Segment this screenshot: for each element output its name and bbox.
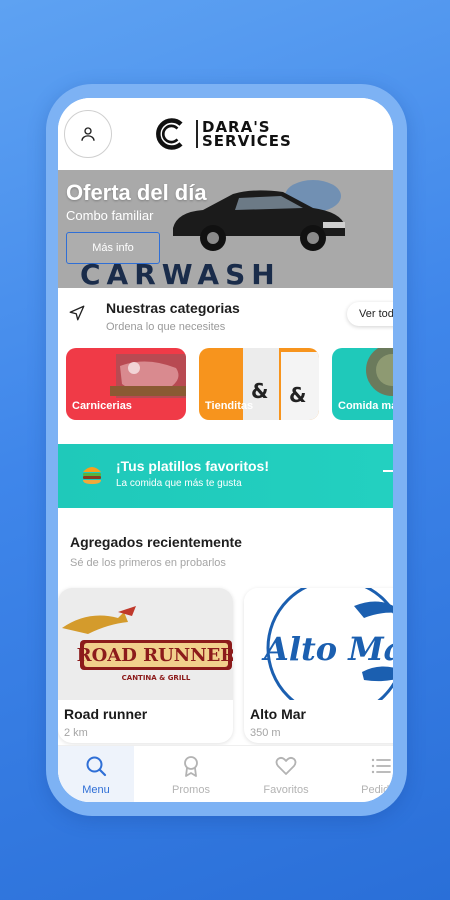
alto-mar-logo-text: Alto Mar xyxy=(261,630,393,668)
categories-subtitle: Ordena lo que necesites xyxy=(106,321,226,333)
nav-item-pedidos[interactable]: Pedidos xyxy=(343,746,393,802)
nav-label: Menu xyxy=(82,784,110,796)
app-screen: DARA'S SERVICES Oferta del día Combo fam… xyxy=(58,98,393,802)
recent-title: Agregados recientemente xyxy=(70,534,242,550)
list-icon xyxy=(371,758,391,774)
see-all-button[interactable]: Ver todo xyxy=(347,302,393,326)
banner-title: Oferta del día xyxy=(66,180,207,205)
restaurant-image: Alto Mar xyxy=(244,588,393,700)
user-icon xyxy=(81,127,95,141)
restaurant-image: ROAD RUNNER CANTINA & GRILL xyxy=(58,588,233,700)
nav-label: Promos xyxy=(172,784,210,796)
badge-icon xyxy=(184,756,198,777)
arrow-right-icon xyxy=(383,470,393,472)
category-card-tienditas[interactable]: & & Tienditas xyxy=(199,348,319,420)
logo-text: DARA'S SERVICES xyxy=(202,120,292,150)
categories-title: Nuestras categorias xyxy=(106,300,240,316)
category-label: Carnicerias xyxy=(72,400,132,412)
svg-text:&: & xyxy=(289,383,306,407)
categories-header: Nuestras categorias Ordena lo que necesi… xyxy=(58,288,393,340)
logo-divider xyxy=(196,120,198,148)
favorites-subtitle: La comida que más te gusta xyxy=(116,478,242,489)
nav-item-promos[interactable]: Promos xyxy=(153,746,229,802)
restaurant-card-road-runner[interactable]: ROAD RUNNER CANTINA & GRILL Road runner … xyxy=(58,588,233,743)
category-card-carnicerias[interactable]: Carnicerias xyxy=(66,348,186,420)
category-label: Tienditas xyxy=(205,400,254,412)
recent-subtitle: Sé de los primeros en probarlos xyxy=(70,557,226,569)
category-label: Comida mar xyxy=(338,400,393,412)
nav-item-favoritos[interactable]: Favoritos xyxy=(248,746,324,802)
favorites-banner[interactable]: ¡Tus platillos favoritos! La comida que … xyxy=(58,444,393,508)
svg-text:&: & xyxy=(251,379,268,403)
road-runner-logo-icon: ROAD RUNNER CANTINA & GRILL xyxy=(62,606,233,682)
banner-image-text: CARWASH xyxy=(80,258,281,288)
heart-icon xyxy=(275,756,297,775)
app-header: DARA'S SERVICES xyxy=(58,98,393,170)
search-icon xyxy=(86,756,107,777)
nav-item-menu[interactable]: Menu xyxy=(58,746,134,802)
restaurant-distance: 2 km xyxy=(64,727,88,739)
logo-line-2: SERVICES xyxy=(202,132,292,150)
road-runner-logo-subtext: CANTINA & GRILL xyxy=(122,674,191,682)
burger-icon xyxy=(83,467,101,484)
alto-mar-logo-icon: Alto Mar xyxy=(261,588,393,700)
restaurant-name: Road runner xyxy=(64,706,148,722)
favorites-title: ¡Tus platillos favoritos! xyxy=(116,458,269,474)
app-logo: DARA'S SERVICES xyxy=(154,116,292,152)
restaurant-distance: 350 m xyxy=(250,727,281,739)
road-runner-logo-text: ROAD RUNNER xyxy=(77,645,233,666)
category-card-comida-mar[interactable]: Comida mar xyxy=(332,348,393,420)
banner-subtitle: Combo familiar xyxy=(66,208,154,223)
nav-label: Pedidos xyxy=(361,784,393,796)
restaurant-name: Alto Mar xyxy=(250,706,306,722)
nav-label: Favoritos xyxy=(263,784,309,796)
promo-banner[interactable]: Oferta del día Combo familiar Más info C… xyxy=(58,170,393,288)
logo-mark-icon xyxy=(156,118,183,150)
bottom-navigation: Menu Promos Favoritos Pedidos xyxy=(58,745,393,802)
navigation-arrow-icon xyxy=(69,305,85,321)
profile-button[interactable] xyxy=(64,110,112,158)
restaurant-card-alto-mar[interactable]: Alto Mar Alto Mar 350 m xyxy=(244,588,393,743)
